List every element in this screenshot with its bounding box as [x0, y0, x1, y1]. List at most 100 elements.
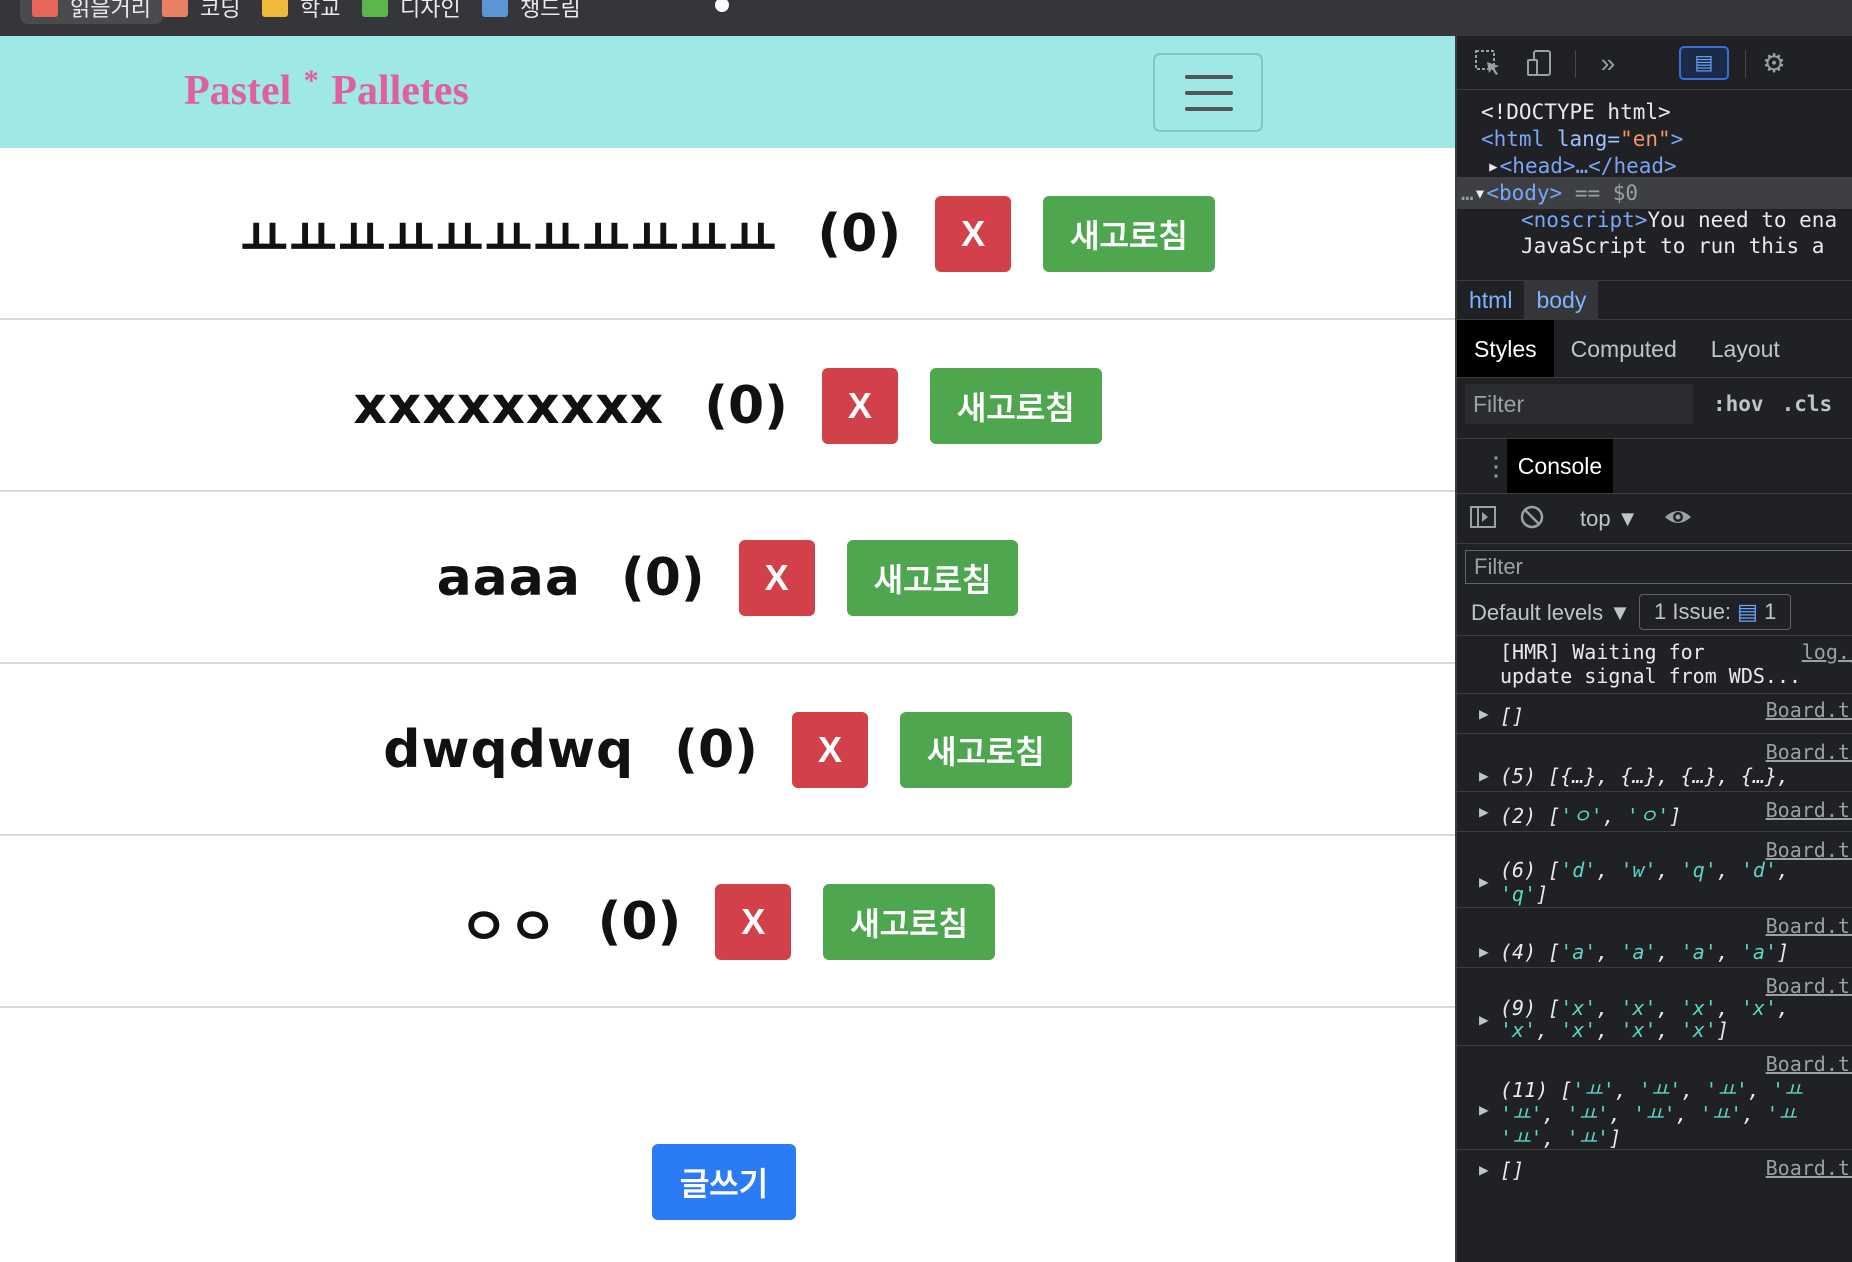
tab-layout[interactable]: Layout — [1694, 320, 1797, 377]
write-button[interactable]: 글쓰기 — [652, 1144, 796, 1220]
folder-icon — [32, 0, 58, 17]
bookmark-label: 챙드림 — [520, 0, 581, 21]
devtools-toolbar: » ▤ ⚙ — [1457, 36, 1852, 90]
log-source-link[interactable]: Board.tsx — [1766, 740, 1852, 764]
bookmark-folder-3[interactable]: 디자인 — [350, 0, 473, 24]
bookmark-folder-2[interactable]: 학교 — [250, 0, 352, 24]
brand-logo[interactable]: Pastel * Palletes — [184, 64, 469, 115]
expand-triangle-icon[interactable]: ▸ — [1487, 154, 1500, 178]
post-title[interactable]: dwqdwq — [383, 720, 634, 780]
eye-icon[interactable] — [1663, 504, 1693, 537]
context-selector[interactable]: top ▼ — [1580, 506, 1638, 532]
console-log-entry[interactable]: Board.tsx ▶ (6) ['d', 'w', 'q', 'd', 'q'… — [1457, 832, 1852, 908]
tab-console[interactable]: Console — [1507, 439, 1613, 493]
html-tag-close: > — [1670, 127, 1684, 151]
expand-triangle-icon[interactable]: ▶ — [1479, 1100, 1489, 1119]
console-log-entry[interactable]: Board.tsx ▶ (2) ['ㅇ', 'ㅇ'] — [1457, 792, 1852, 832]
post-title[interactable]: ㅛㅛㅛㅛㅛㅛㅛㅛㅛㅛㅛ — [240, 197, 777, 272]
console-filter-input[interactable]: Filter — [1465, 550, 1852, 584]
bookmark-label: 읽을거리 — [70, 0, 151, 21]
expand-triangle-icon[interactable]: ▶ — [1479, 802, 1489, 821]
refresh-button[interactable]: 새고로침 — [846, 540, 1019, 616]
settings-gear-icon[interactable]: ⚙ — [1759, 48, 1789, 78]
hov-toggle[interactable]: :hov — [1713, 392, 1764, 416]
console-log-entry[interactable]: Board.tsx ▶ [] — [1457, 694, 1852, 734]
kebab-menu-icon[interactable]: ⋮ — [1483, 451, 1509, 482]
delete-button[interactable]: X — [738, 540, 815, 616]
folder-icon — [482, 0, 508, 17]
log-message: (5) [{…}, {…}, {…}, {…}, — [1500, 764, 1789, 788]
hamburger-icon — [1185, 107, 1233, 111]
console-log-entry[interactable]: Board.tsx ▶ (9) ['x', 'x', 'x', 'x', 'x'… — [1457, 968, 1852, 1046]
console-log-entry[interactable]: Board.tsx ▶ (5) [{…}, {…}, {…}, {…}, — [1457, 734, 1852, 792]
styles-tabs: Styles Computed Layout — [1457, 320, 1852, 378]
post-title[interactable]: aaaa — [437, 548, 581, 608]
expand-triangle-icon[interactable]: ▶ — [1479, 942, 1489, 961]
delete-button[interactable]: X — [791, 712, 868, 788]
issues-label: 1 Issue: — [1654, 599, 1732, 624]
styles-filter-input[interactable]: Filter — [1465, 384, 1693, 424]
drawer-header: ⋮ Console — [1457, 438, 1852, 494]
log-message: (6) ['d', 'w', 'q', 'd', — [1500, 858, 1790, 882]
folder-icon — [162, 0, 188, 17]
delete-button[interactable]: X — [821, 368, 898, 444]
post-count: (0) — [704, 376, 788, 436]
navbar: Pastel * Palletes — [0, 36, 1455, 148]
console-log-entry[interactable]: log.js [HMR] Waiting for update signal f… — [1457, 636, 1852, 694]
bookmark-folder-0[interactable]: 읽을거리 — [20, 0, 163, 24]
devtools-panel: » ▤ ⚙ <!DOCTYPE html> <html lang="en"> ▸… — [1455, 36, 1852, 1262]
log-source-link[interactable]: log.js — [1802, 640, 1852, 664]
tab-styles[interactable]: Styles — [1457, 320, 1554, 377]
refresh-button[interactable]: 새고로침 — [823, 884, 996, 960]
expand-triangle-icon[interactable]: ▶ — [1479, 704, 1489, 723]
log-source-link[interactable]: Board.tsx — [1766, 1156, 1852, 1180]
tab-computed[interactable]: Computed — [1554, 320, 1694, 377]
dom-noscript-cont: JavaScript to run this a — [1521, 230, 1824, 262]
issues-chat-icon[interactable]: ▤ — [1679, 46, 1729, 80]
device-toggle-icon[interactable] — [1525, 48, 1555, 78]
folder-icon — [262, 0, 288, 17]
bookmark-label: 디자인 — [400, 0, 461, 21]
bookmark-folder-1[interactable]: 코딩 — [150, 0, 252, 24]
html-attr: lang= — [1544, 127, 1621, 151]
log-source-link[interactable]: Board.tsx — [1766, 914, 1852, 938]
refresh-button[interactable]: 새고로침 — [1043, 196, 1215, 272]
breadcrumb-html[interactable]: html — [1457, 280, 1524, 320]
cls-toggle[interactable]: .cls — [1782, 392, 1833, 416]
expand-triangle-icon[interactable]: ▶ — [1479, 872, 1489, 891]
log-source-link[interactable]: Board.tsx — [1766, 698, 1852, 722]
expand-triangle-icon[interactable]: ▶ — [1479, 766, 1489, 785]
log-levels-dropdown[interactable]: Default levels ▼ — [1471, 600, 1631, 626]
log-source-link[interactable]: Board.tsx — [1766, 798, 1852, 822]
navbar-toggler-button[interactable] — [1153, 53, 1263, 132]
collapse-triangle-icon[interactable]: ▾ — [1474, 181, 1487, 205]
console-log-entry[interactable]: Board.tsx ▶ (4) ['a', 'a', 'a', 'a'] — [1457, 908, 1852, 968]
log-source-link[interactable]: Board.tsx — [1766, 1052, 1852, 1076]
breadcrumb-body[interactable]: body — [1524, 280, 1599, 320]
post-row: ㅛㅛㅛㅛㅛㅛㅛㅛㅛㅛㅛ (0) X 새고로침 — [0, 148, 1455, 320]
console-log-entry[interactable]: Board.tsx ▶ [] — [1457, 1150, 1852, 1190]
inspect-element-icon[interactable] — [1473, 48, 1503, 78]
log-message: (2) ['ㅇ', 'ㅇ'] — [1500, 804, 1682, 828]
refresh-button[interactable]: 새고로침 — [899, 712, 1072, 788]
post-title[interactable]: ㅇㅇ — [460, 885, 558, 960]
post-title[interactable]: xxxxxxxxx — [353, 376, 664, 436]
issue-chat-icon: ▤ — [1737, 599, 1758, 624]
expand-triangle-icon[interactable]: ▶ — [1479, 1160, 1489, 1179]
refresh-button[interactable]: 새고로침 — [929, 368, 1102, 444]
bookmark-label: 학교 — [300, 0, 341, 21]
doctype-text: <!DOCTYPE html> — [1481, 100, 1671, 124]
sidebar-toggle-icon[interactable] — [1469, 504, 1497, 537]
expand-triangle-icon[interactable]: ▶ — [1479, 1010, 1489, 1029]
delete-button[interactable]: X — [935, 196, 1012, 272]
issues-button[interactable]: 1 Issue: ▤ 1 — [1639, 594, 1792, 630]
post-row: dwqdwq (0) X 새고로침 — [0, 664, 1455, 836]
log-source-link[interactable]: Board.tsx — [1766, 974, 1852, 998]
delete-button[interactable]: X — [715, 884, 792, 960]
console-log-entry[interactable]: Board.tsx ▶ (11) ['ㅛ', 'ㅛ', 'ㅛ', 'ㅛ 'ㅛ',… — [1457, 1046, 1852, 1150]
post-count: (0) — [674, 720, 758, 780]
more-tabs-icon[interactable]: » — [1593, 48, 1623, 78]
log-message-cont: update signal from WDS... — [1500, 664, 1802, 688]
clear-console-icon[interactable] — [1519, 504, 1545, 537]
bookmark-folder-4[interactable]: 챙드림 — [470, 0, 593, 24]
